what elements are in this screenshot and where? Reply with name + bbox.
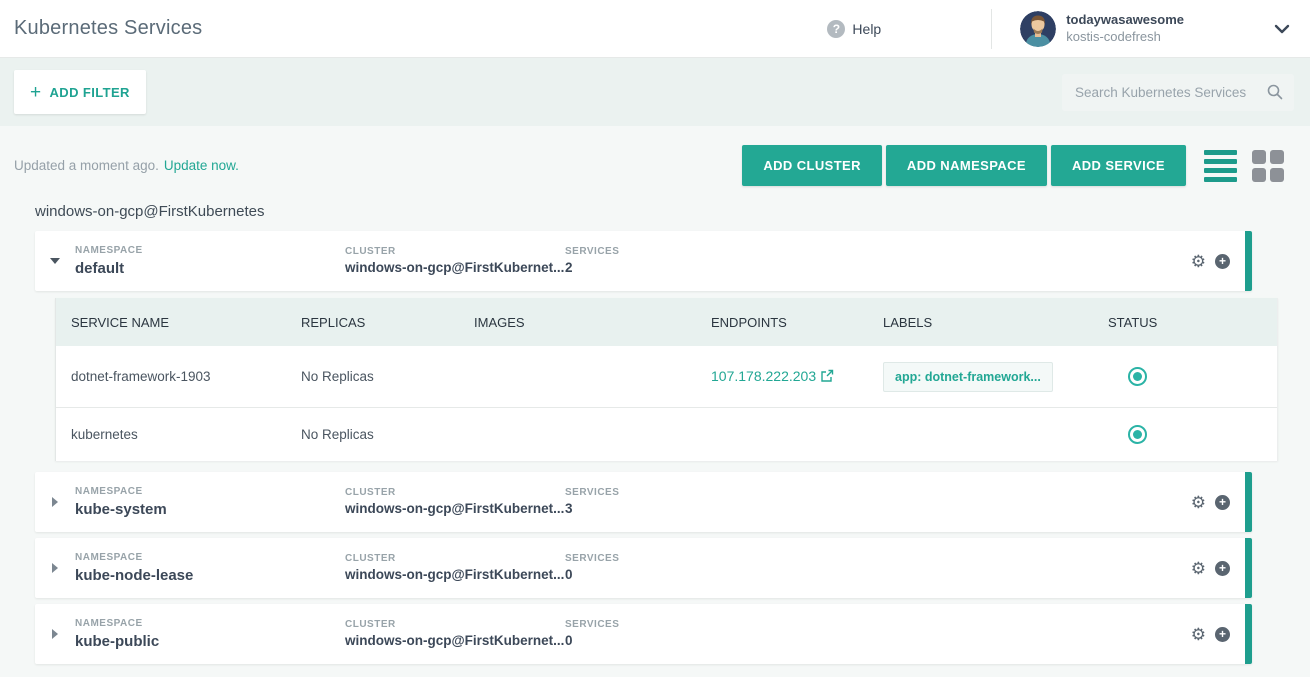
service-row[interactable]: kubernetes No Replicas (56, 407, 1277, 461)
services-count: 2 (565, 259, 1191, 278)
avatar (1020, 11, 1056, 47)
services-field-label: SERVICES (565, 552, 1191, 566)
top-bar: Kubernetes Services ? Help (0, 0, 1310, 58)
add-icon[interactable]: + (1215, 627, 1230, 642)
endpoint-address: 107.178.222.203 (711, 368, 816, 384)
col-images: IMAGES (474, 315, 711, 330)
card-accent-bar (1245, 231, 1252, 291)
services-field-label: SERVICES (565, 486, 1191, 500)
gear-icon[interactable]: ⚙ (1191, 494, 1206, 511)
cluster-group-title: windows-on-gcp@FirstKubernetes (0, 186, 1310, 231)
namespace-card-kube-system[interactable]: NAMESPACE kube-system CLUSTER windows-on… (35, 472, 1252, 532)
cluster-field-label: CLUSTER (345, 486, 565, 500)
namespace-cards: NAMESPACE default CLUSTER windows-on-gcp… (0, 231, 1310, 664)
service-row[interactable]: dotnet-framework-1903 No Replicas 107.17… (56, 346, 1277, 407)
help-label: Help (852, 21, 881, 37)
namespace-name: kube-system (75, 499, 345, 520)
col-status: STATUS (1108, 315, 1277, 330)
cluster-name: windows-on-gcp@FirstKubernet... (345, 259, 565, 278)
expand-toggle[interactable] (35, 497, 75, 507)
help-button[interactable]: ? Help (827, 20, 881, 38)
cluster-field-label: CLUSTER (345, 552, 565, 566)
gear-icon[interactable]: ⚙ (1191, 560, 1206, 577)
services-table: SERVICE NAME REPLICAS IMAGES ENDPOINTS L… (55, 298, 1278, 461)
add-icon[interactable]: + (1215, 561, 1230, 576)
cluster-field-label: CLUSTER (345, 245, 565, 259)
services-count: 0 (565, 632, 1191, 651)
service-replicas: No Replicas (301, 427, 474, 442)
col-endpoints: ENDPOINTS (711, 315, 883, 330)
list-view-icon[interactable] (1204, 150, 1237, 182)
collapse-toggle[interactable] (35, 258, 75, 264)
namespace-field-label: NAMESPACE (75, 244, 345, 258)
services-field-label: SERVICES (565, 245, 1191, 259)
caret-right-icon (52, 629, 58, 639)
card-accent-bar (1245, 604, 1252, 664)
services-field-label: SERVICES (565, 618, 1191, 632)
add-namespace-button[interactable]: ADD NAMESPACE (886, 145, 1047, 186)
topbar-divider (991, 9, 992, 49)
search-box (1062, 74, 1294, 111)
caret-down-icon (50, 258, 60, 264)
services-table-header: SERVICE NAME REPLICAS IMAGES ENDPOINTS L… (56, 298, 1277, 346)
service-name: kubernetes (56, 427, 301, 442)
cluster-name: windows-on-gcp@FirstKubernet... (345, 632, 565, 651)
plus-icon: + (30, 83, 42, 102)
namespace-name: kube-public (75, 631, 345, 652)
add-filter-button[interactable]: + ADD FILTER (14, 70, 146, 114)
add-icon[interactable]: + (1215, 254, 1230, 269)
col-replicas: REPLICAS (301, 315, 474, 330)
chevron-down-icon[interactable] (1272, 19, 1292, 39)
caret-right-icon (52, 563, 58, 573)
add-cluster-button[interactable]: ADD CLUSTER (742, 145, 882, 186)
filter-bar: + ADD FILTER (0, 58, 1310, 126)
namespace-card-kube-public[interactable]: NAMESPACE kube-public CLUSTER windows-on… (35, 604, 1252, 664)
user-menu[interactable]: todaywasawesome kostis-codefresh (1020, 11, 1184, 47)
endpoint-link[interactable]: 107.178.222.203 (711, 368, 834, 384)
namespace-name: default (75, 258, 345, 279)
namespace-field-label: NAMESPACE (75, 485, 345, 499)
expand-toggle[interactable] (35, 563, 75, 573)
caret-right-icon (52, 497, 58, 507)
user-name: todaywasawesome (1066, 12, 1184, 28)
namespace-card-default[interactable]: NAMESPACE default CLUSTER windows-on-gcp… (35, 231, 1252, 291)
main-content: Updated a moment ago. Update now. ADD CL… (0, 126, 1310, 664)
services-count: 3 (565, 500, 1191, 519)
namespace-name: kube-node-lease (75, 565, 345, 586)
services-count: 0 (565, 566, 1191, 585)
label-chip[interactable]: app: dotnet-framework... (883, 362, 1053, 392)
search-input[interactable] (1062, 74, 1294, 111)
card-accent-bar (1245, 538, 1252, 598)
add-icon[interactable]: + (1215, 495, 1230, 510)
col-labels: LABELS (883, 315, 1108, 330)
service-name: dotnet-framework-1903 (56, 369, 301, 384)
external-link-icon (820, 369, 834, 383)
cluster-field-label: CLUSTER (345, 618, 565, 632)
user-org: kostis-codefresh (1066, 29, 1184, 45)
update-now-link[interactable]: Update now. (164, 158, 239, 173)
page-title: Kubernetes Services (14, 17, 202, 40)
status-healthy-icon (1128, 367, 1147, 386)
namespace-field-label: NAMESPACE (75, 617, 345, 631)
add-service-button[interactable]: ADD SERVICE (1051, 145, 1186, 186)
gear-icon[interactable]: ⚙ (1191, 253, 1206, 270)
add-filter-label: ADD FILTER (50, 85, 130, 100)
cluster-name: windows-on-gcp@FirstKubernet... (345, 500, 565, 519)
service-replicas: No Replicas (301, 369, 474, 384)
cluster-name: windows-on-gcp@FirstKubernet... (345, 566, 565, 585)
help-icon: ? (827, 20, 845, 38)
expand-toggle[interactable] (35, 629, 75, 639)
grid-view-icon[interactable] (1252, 150, 1284, 182)
gear-icon[interactable]: ⚙ (1191, 626, 1206, 643)
namespace-card-kube-node-lease[interactable]: NAMESPACE kube-node-lease CLUSTER window… (35, 538, 1252, 598)
toolbar-row: Updated a moment ago. Update now. ADD CL… (0, 145, 1310, 186)
namespace-field-label: NAMESPACE (75, 551, 345, 565)
status-healthy-icon (1128, 425, 1147, 444)
card-accent-bar (1245, 472, 1252, 532)
updated-status: Updated a moment ago. (14, 158, 159, 173)
search-icon (1266, 83, 1284, 106)
col-service-name: SERVICE NAME (56, 315, 301, 330)
